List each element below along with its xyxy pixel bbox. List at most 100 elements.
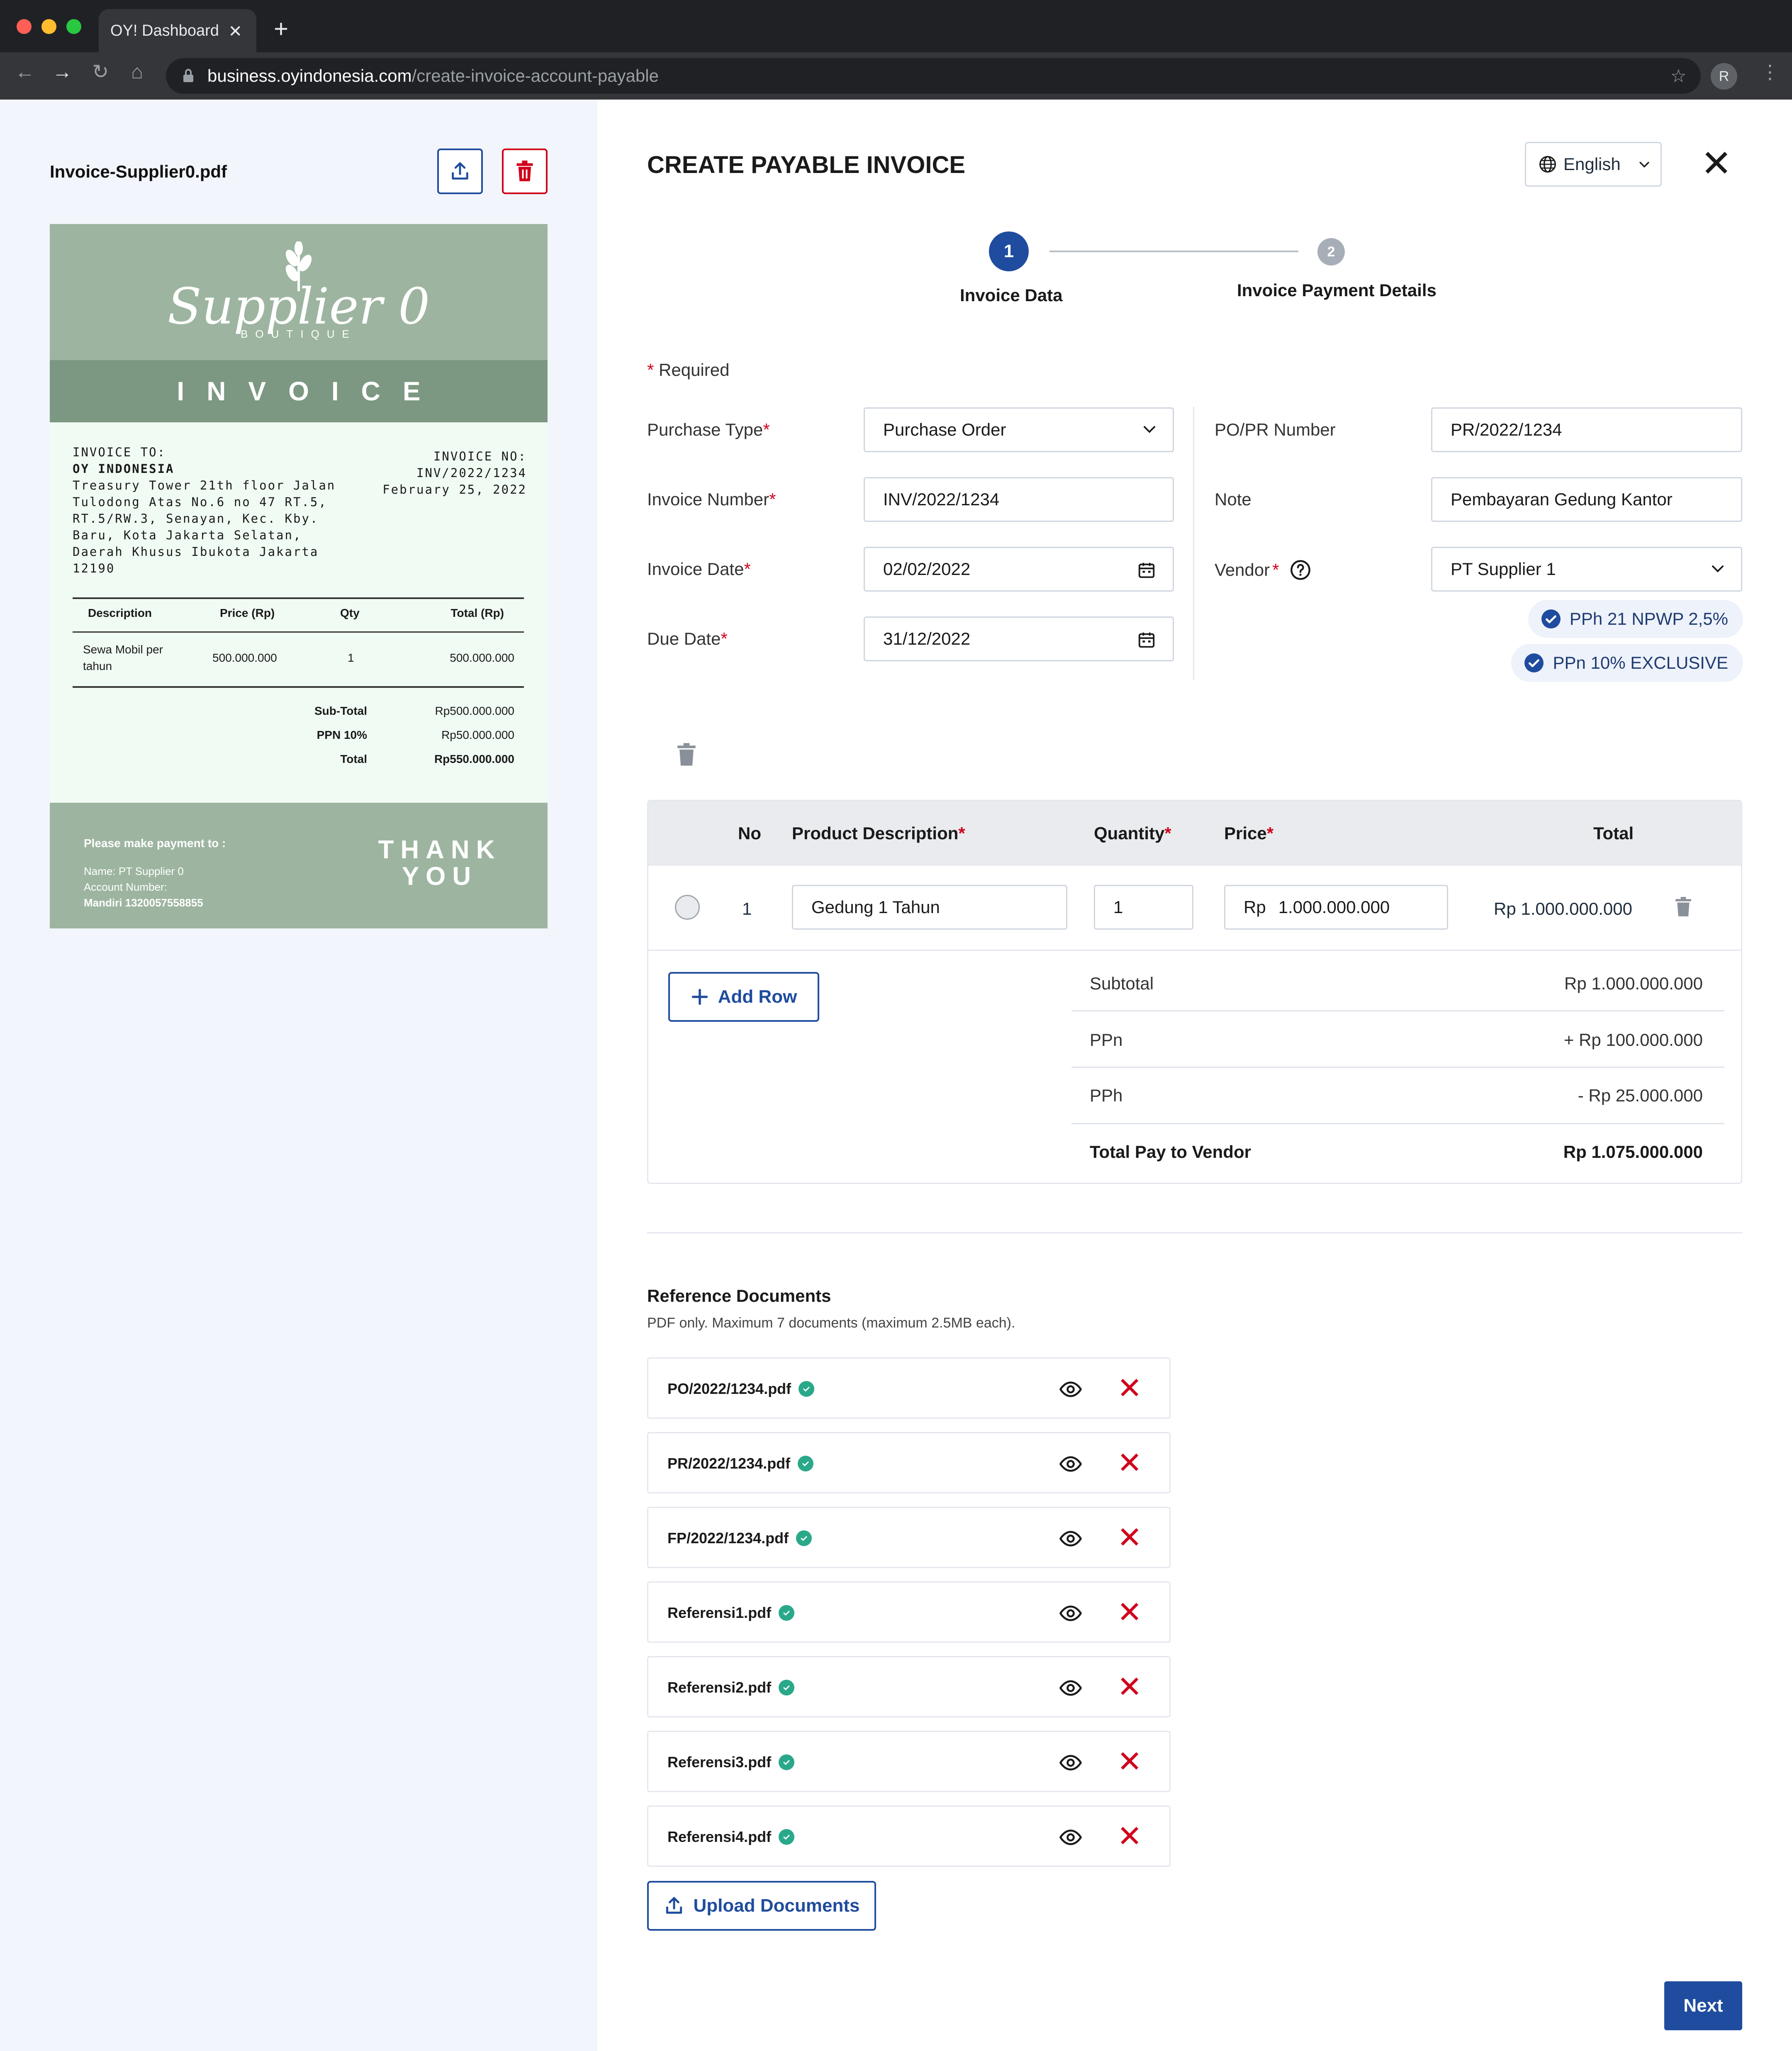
document-name: Referensi2.pdf <box>667 1679 795 1696</box>
product-description-input[interactable]: Gedung 1 Tahun <box>792 885 1067 930</box>
purchase-type-label-text: Purchase Type <box>647 420 763 439</box>
document-name: FP/2022/1234.pdf <box>667 1530 812 1547</box>
new-tab-icon[interactable]: + <box>274 17 288 41</box>
row-no: 1 <box>742 899 752 918</box>
page-title: CREATE PAYABLE INVOICE <box>647 151 966 178</box>
globe-icon <box>1539 156 1556 173</box>
note-input[interactable]: Pembayaran Gedung Kantor <box>1431 477 1742 522</box>
invoice-item-desc-2: tahun <box>83 660 112 672</box>
invoice-ppn-value: Rp50.000.000 <box>441 728 514 741</box>
summary-divider <box>1071 1010 1724 1011</box>
help-icon[interactable] <box>1290 559 1311 581</box>
purchase-type-select[interactable]: Purchase Order <box>864 407 1174 452</box>
row-total: Rp 1.000.000.000 <box>1494 899 1632 918</box>
remove-document-icon[interactable]: ✕ <box>1117 1672 1142 1702</box>
required-note: * Required <box>647 360 730 380</box>
upload-documents-button[interactable]: Upload Documents <box>647 1881 876 1931</box>
document-item: FP/2022/1234.pdf ✕ <box>647 1507 1171 1568</box>
browser-tab[interactable]: OY! Dashboard ✕ <box>99 9 256 52</box>
back-icon[interactable]: ← <box>15 62 35 82</box>
invoice-preview: Supplier 0 BOUTIQUE INVOICE INVOICE TO: … <box>50 224 548 928</box>
remove-document-icon[interactable]: ✕ <box>1117 1598 1142 1627</box>
row-delete-trash-icon[interactable] <box>1675 896 1692 917</box>
document-filename: Referensi1.pdf <box>667 1604 772 1621</box>
tab-title: OY! Dashboard <box>110 22 219 39</box>
calendar-icon[interactable] <box>1137 630 1156 649</box>
vendor-select[interactable]: PT Supplier 1 <box>1431 547 1742 592</box>
language-label: English <box>1563 154 1621 174</box>
quantity-input[interactable]: 1 <box>1094 885 1193 930</box>
tax-chip-ppn[interactable]: PPn 10% EXCLUSIVE <box>1511 644 1743 682</box>
chevron-down-icon <box>1144 426 1155 433</box>
bookmark-star-icon[interactable]: ☆ <box>1670 66 1687 87</box>
eye-icon[interactable] <box>1059 1751 1082 1774</box>
thank-line: THANK <box>378 836 502 864</box>
eye-icon[interactable] <box>1059 1602 1082 1625</box>
forward-icon[interactable]: → <box>52 62 72 82</box>
invoice-logo-text: Supplier 0 <box>167 278 430 336</box>
invoice-to-name: OY INDONESIA <box>73 462 175 476</box>
document-filename: Referensi4.pdf <box>667 1828 772 1845</box>
remove-document-icon[interactable]: ✕ <box>1117 1822 1142 1851</box>
invoice-number-input[interactable]: INV/2022/1234 <box>864 477 1174 522</box>
price-input[interactable]: Rp 1.000.000.000 <box>1224 885 1448 930</box>
eye-icon[interactable] <box>1059 1452 1082 1476</box>
document-name: Referensi4.pdf <box>667 1828 795 1846</box>
invoice-date-label: Invoice Date* <box>647 559 751 579</box>
invoice-col-qty: Qty <box>340 607 360 619</box>
reload-icon[interactable]: ↻ <box>92 62 109 82</box>
invoice-table-bottom-line <box>73 686 524 688</box>
home-icon[interactable]: ⌂ <box>131 62 143 82</box>
tab-close-icon[interactable]: ✕ <box>228 23 242 40</box>
remove-document-icon[interactable]: ✕ <box>1117 1448 1142 1478</box>
delete-file-button[interactable] <box>502 149 548 194</box>
tax-chip-pph[interactable]: PPh 21 NPWP 2,5% <box>1528 600 1743 638</box>
eye-icon[interactable] <box>1059 1527 1082 1550</box>
document-item: Referensi4.pdf ✕ <box>647 1805 1171 1867</box>
lock-icon <box>183 69 193 82</box>
step-1-circle[interactable]: 1 <box>989 231 1029 271</box>
invoice-item-desc-1: Sewa Mobil per <box>83 643 163 656</box>
address-line: 12190 <box>73 561 115 575</box>
close-icon[interactable]: ✕ <box>1701 145 1732 183</box>
summary-divider <box>1071 1123 1724 1124</box>
po-pr-number-label: PO/PR Number <box>1215 420 1336 439</box>
you-line: YOU <box>402 862 478 891</box>
remove-document-icon[interactable]: ✕ <box>1117 1374 1142 1403</box>
eye-icon[interactable] <box>1059 1378 1082 1401</box>
reference-subtitle: PDF only. Maximum 7 documents (maximum 2… <box>647 1315 1015 1331</box>
step-1-label: Invoice Data <box>960 285 1063 305</box>
step-2-circle[interactable]: 2 <box>1317 238 1345 266</box>
price-currency: Rp <box>1244 897 1266 917</box>
add-row-button[interactable]: Add Row <box>668 972 819 1022</box>
subtotal-value: Rp 1.000.000.000 <box>1564 974 1703 993</box>
profile-avatar[interactable]: R <box>1711 63 1737 90</box>
document-name: PR/2022/1234.pdf <box>667 1455 814 1472</box>
reupload-button[interactable] <box>437 149 483 194</box>
invoice-date-input[interactable]: 02/02/2022 <box>864 547 1174 592</box>
due-date-label-text: Due Date <box>647 629 721 648</box>
chevron-down-icon <box>1712 565 1724 572</box>
verified-check-icon <box>798 1456 814 1471</box>
row-select-radio[interactable] <box>675 895 700 920</box>
window-minimize-dot[interactable] <box>41 19 56 34</box>
address-line: Tulodong Atas No.6 no 47 RT.5, <box>73 495 327 509</box>
window-maximize-dot[interactable] <box>66 19 81 34</box>
browser-menu-icon[interactable]: ⋮ <box>1760 61 1780 83</box>
window-close-dot[interactable] <box>17 19 32 34</box>
language-select[interactable]: English <box>1525 142 1662 187</box>
document-name: Referensi1.pdf <box>667 1604 795 1622</box>
due-date-input[interactable]: 31/12/2022 <box>864 616 1174 661</box>
remove-document-icon[interactable]: ✕ <box>1117 1523 1142 1553</box>
eye-icon[interactable] <box>1059 1676 1082 1700</box>
url-field[interactable]: business.oyindonesia.com/create-invoice-… <box>166 58 1701 94</box>
calendar-icon[interactable] <box>1137 560 1156 580</box>
po-pr-number-input[interactable]: PR/2022/1234 <box>1431 407 1742 452</box>
bulk-delete-trash-icon[interactable] <box>676 743 697 767</box>
invoice-item-qty: 1 <box>348 651 354 664</box>
address-line: Daerah Khusus Ibukota Jakarta <box>73 545 319 559</box>
next-button[interactable]: Next <box>1664 1981 1742 2030</box>
remove-document-icon[interactable]: ✕ <box>1117 1747 1142 1777</box>
col-quantity: Quantity* <box>1094 823 1171 843</box>
eye-icon[interactable] <box>1059 1826 1082 1849</box>
